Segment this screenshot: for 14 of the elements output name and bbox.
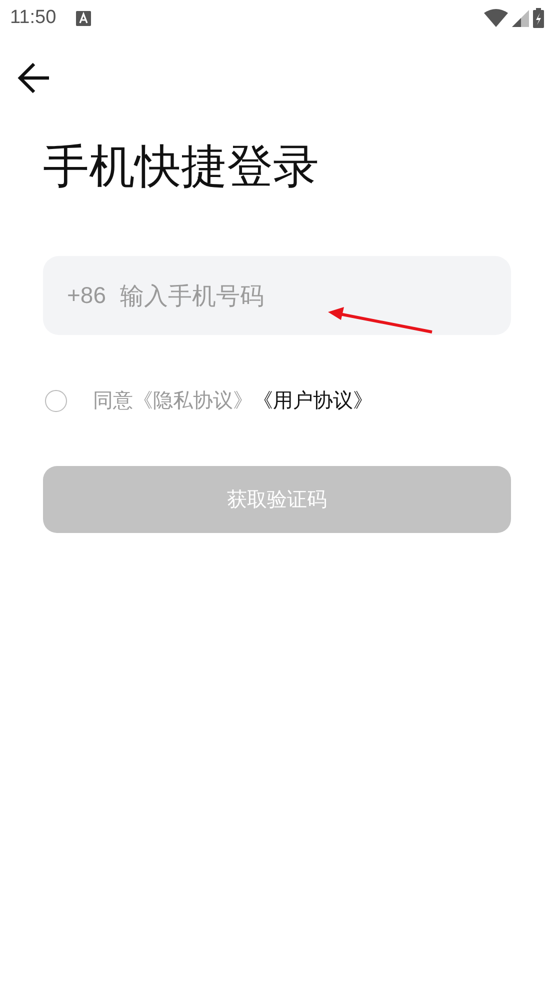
back-arrow-icon[interactable] (16, 60, 52, 96)
country-code[interactable]: +86 (67, 282, 106, 309)
agree-label: 同意 (93, 387, 133, 414)
agree-checkbox[interactable] (45, 390, 67, 412)
status-time: 11:50 (10, 7, 56, 29)
wifi-icon (484, 9, 508, 27)
agreement-link[interactable]: 《隐私协议》 (133, 387, 253, 414)
agreement-link[interactable]: 《用户协议》 (253, 387, 373, 414)
signal-icon (512, 10, 529, 26)
battery-icon (533, 8, 544, 28)
keyboard-icon (76, 10, 92, 26)
phone-input-field[interactable]: 输入手机号码 (120, 282, 487, 310)
page-title: 手机快捷登录 (43, 138, 319, 195)
phone-field[interactable]: +86 输入手机号码 (43, 256, 511, 335)
